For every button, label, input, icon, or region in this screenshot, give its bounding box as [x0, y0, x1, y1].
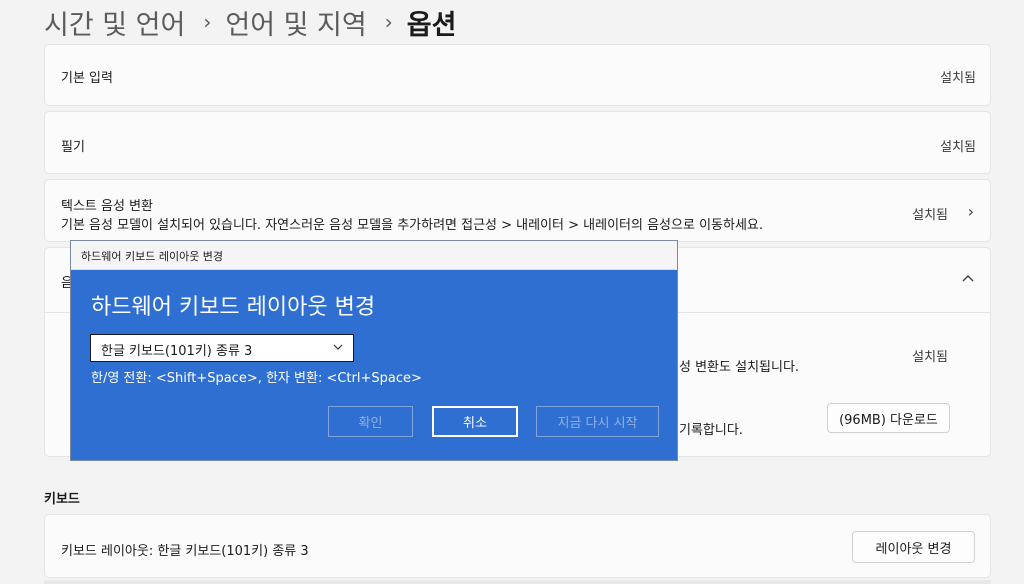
shortcut-info-text: 한/영 전환: <Shift+Space>, 한자 변환: <Ctrl+Spac…: [91, 371, 422, 386]
breadcrumb-item-language-region[interactable]: 언어 및 지역: [225, 3, 366, 42]
feature-title: 필기: [61, 140, 85, 155]
feature-title: 기본 입력: [61, 71, 113, 86]
breadcrumb-separator-icon: ›: [203, 10, 212, 34]
keyboard-layout-card: 키보드 레이아웃: 한글 키보드(101키) 종류 3 레이아웃 변경: [44, 514, 991, 578]
status-badge: 설치됨: [912, 208, 948, 223]
feature-card-basic-input: 기본 입력 설치됨: [44, 44, 991, 106]
chevron-up-icon: [962, 275, 974, 282]
breadcrumb: 시간 및 언어 › 언어 및 지역 › 옵션: [44, 2, 456, 42]
status-badge: 설치됨: [940, 140, 976, 155]
change-layout-button[interactable]: 레이아웃 변경: [852, 531, 975, 563]
selected-layout-value: 한글 키보드(101키) 종류 3: [101, 344, 253, 359]
status-badge: 설치됨: [940, 71, 976, 86]
download-button[interactable]: (96MB) 다운로드: [827, 403, 950, 433]
dialog-titlebar[interactable]: 하드웨어 키보드 레이아웃 변경: [71, 241, 677, 270]
section-heading-keyboard: 키보드: [44, 492, 80, 507]
speech-row-text: 성 변환도 설치됩니다.: [679, 360, 800, 375]
status-badge: 설치됨: [912, 350, 948, 365]
feature-description: 기본 음성 모델이 설치되어 있습니다. 자연스러운 음성 모델을 추가하려면 …: [61, 218, 763, 233]
dialog-heading: 하드웨어 키보드 레이아웃 변경: [91, 295, 376, 320]
page-title: 옵션: [406, 9, 457, 41]
feature-card-handwriting: 필기 설치됨: [44, 111, 991, 174]
dialog-window-title: 하드웨어 키보드 레이아웃 변경: [81, 250, 224, 263]
next-card-edge: [44, 580, 991, 584]
keyboard-layout-select[interactable]: 한글 키보드(101키) 종류 3: [90, 334, 354, 362]
change-keyboard-layout-dialog: 하드웨어 키보드 레이아웃 변경 하드웨어 키보드 레이아웃 변경 한글 키보드…: [70, 240, 678, 461]
keyboard-layout-text: 키보드 레이아웃: 한글 키보드(101키) 종류 3: [61, 544, 309, 559]
breadcrumb-item-time-language[interactable]: 시간 및 언어: [44, 3, 185, 42]
feature-title: 텍스트 음성 변환: [61, 199, 153, 214]
cancel-button[interactable]: 취소: [432, 406, 518, 437]
chevron-down-icon: [333, 344, 343, 350]
speech-row-text: 기록합니다.: [679, 423, 743, 438]
breadcrumb-separator-icon: ›: [384, 10, 393, 34]
chevron-right-icon: ›: [967, 202, 974, 221]
restart-now-button[interactable]: 지금 다시 시작: [536, 406, 659, 437]
confirm-button[interactable]: 확인: [328, 406, 413, 437]
feature-card-text-to-speech[interactable]: 텍스트 음성 변환 기본 음성 모델이 설치되어 있습니다. 자연스러운 음성 …: [44, 179, 991, 242]
